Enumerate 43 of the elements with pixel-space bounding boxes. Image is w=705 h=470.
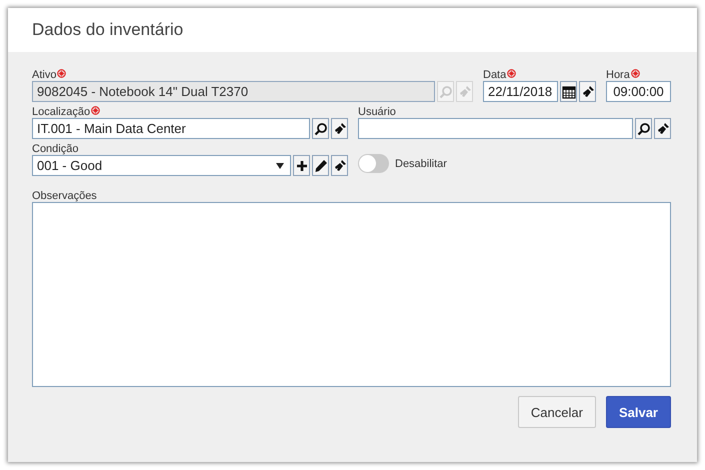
required-icon [507,68,516,78]
brush-icon [458,84,472,98]
toggle-label: Desabilitar [395,158,447,170]
add-button[interactable] [293,155,310,176]
brush-icon [656,122,670,136]
pencil-icon [314,158,328,172]
field-label: Hora [606,68,630,80]
required-icon [91,106,100,114]
field-label: Usuário [358,106,396,118]
brush-icon [580,84,594,98]
edit-button[interactable] [312,155,329,176]
calendar-icon [562,84,576,98]
text-field[interactable]: 09:00:00 [606,81,671,102]
calendar-button[interactable] [560,81,577,102]
text-field[interactable]: 22/11/2018 [483,81,558,102]
plus-icon [296,160,308,172]
dropdown-caret-icon [276,162,284,168]
clear-button[interactable] [579,81,596,102]
search-icon [438,84,452,98]
clear-button[interactable] [654,118,671,139]
toggle-switch[interactable] [358,154,389,173]
text-field[interactable] [358,118,633,139]
field-label: Observações [32,190,97,202]
cancel-button[interactable]: Cancelar [518,396,596,428]
window-title: Dados do inventário [32,20,184,40]
required-icon [57,68,66,78]
notes-field[interactable] [32,202,671,387]
field-label: Localização [32,106,90,118]
condition-select[interactable]: 001 - Good [32,155,291,176]
clear-button[interactable] [331,118,348,139]
clear-button[interactable] [331,155,348,176]
brush-icon [332,122,346,136]
brush-icon [332,158,346,172]
field-label: Data [483,68,506,80]
required-icon [630,68,640,78]
field-label: Condição [32,142,78,154]
text-field[interactable]: IT.001 - Main Data Center [32,118,310,139]
search-icon [636,122,650,136]
field-label: Ativo [32,68,56,80]
search-button[interactable] [312,118,329,139]
save-button[interactable]: Salvar [606,396,671,428]
search-icon [314,122,328,136]
search-button[interactable] [635,118,652,139]
